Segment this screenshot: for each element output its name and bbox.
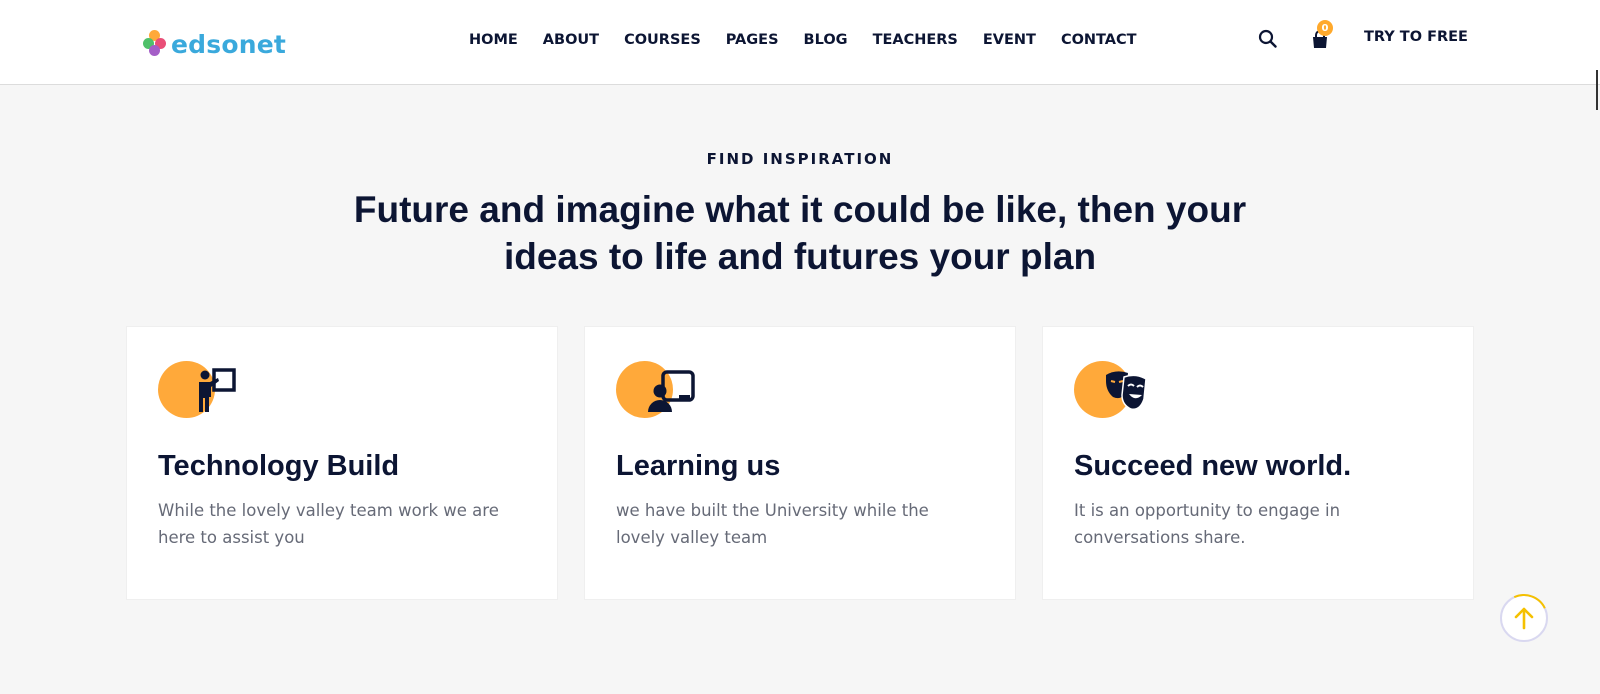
nav-item-about[interactable]: ABOUT bbox=[543, 32, 599, 48]
feature-card[interactable]: Technology Build While the lovely valley… bbox=[126, 326, 558, 600]
nav-item-home[interactable]: HOME bbox=[469, 32, 518, 48]
card-icon-wrapper bbox=[1074, 361, 1164, 421]
heading-line-1: Future and imagine what it could be like… bbox=[353, 189, 1247, 230]
card-description: we have built the University while the l… bbox=[616, 501, 929, 547]
card-title: Learning us bbox=[616, 450, 781, 482]
site-logo[interactable]: edsonet bbox=[143, 28, 286, 60]
theater-masks-icon bbox=[1106, 371, 1147, 411]
nav-item-teachers[interactable]: TEACHERS bbox=[873, 32, 958, 48]
back-to-top-button[interactable] bbox=[1493, 587, 1555, 649]
section-heading: Future and imagine what it could be like… bbox=[330, 186, 1270, 280]
card-icon-wrapper bbox=[616, 361, 706, 421]
heading-line-2: ideas to life and futures your plan bbox=[503, 236, 1097, 277]
nav-item-pages[interactable]: PAGES bbox=[726, 32, 779, 48]
online-learning-icon bbox=[648, 370, 695, 412]
logo-text: edsonet bbox=[171, 29, 287, 59]
card-title: Technology Build bbox=[158, 450, 400, 482]
card-icon-wrapper bbox=[158, 361, 248, 421]
nav-item-event[interactable]: EVENT bbox=[983, 32, 1036, 48]
logo-mark-icon bbox=[143, 30, 167, 58]
main-nav: HOME ABOUT COURSES PAGES BLOG TEACHERS E… bbox=[469, 28, 1162, 52]
section-eyebrow: FIND INSPIRATION bbox=[706, 150, 894, 168]
nav-item-contact[interactable]: CONTACT bbox=[1061, 32, 1137, 48]
teacher-board-icon bbox=[199, 368, 236, 412]
try-free-button[interactable]: TRY TO FREE bbox=[1364, 29, 1468, 45]
nav-item-courses[interactable]: COURSES bbox=[624, 32, 701, 48]
cart-count-badge: 0 bbox=[1317, 20, 1333, 36]
card-title: Succeed new world. bbox=[1074, 450, 1352, 482]
feature-card[interactable]: Succeed new world. It is an opportunity … bbox=[1042, 326, 1474, 600]
card-description: It is an opportunity to engage in conver… bbox=[1074, 501, 1341, 547]
search-icon bbox=[1258, 29, 1277, 48]
card-description: While the lovely valley team work we are… bbox=[158, 501, 499, 547]
site-header: edsonet HOME ABOUT COURSES PAGES BLOG TE… bbox=[0, 0, 1600, 85]
search-button[interactable] bbox=[1258, 29, 1278, 49]
scrollbar[interactable] bbox=[1596, 70, 1598, 110]
nav-item-blog[interactable]: BLOG bbox=[804, 32, 848, 48]
feature-card[interactable]: Learning us we have built the University… bbox=[584, 326, 1016, 600]
progress-ring bbox=[1493, 587, 1555, 649]
